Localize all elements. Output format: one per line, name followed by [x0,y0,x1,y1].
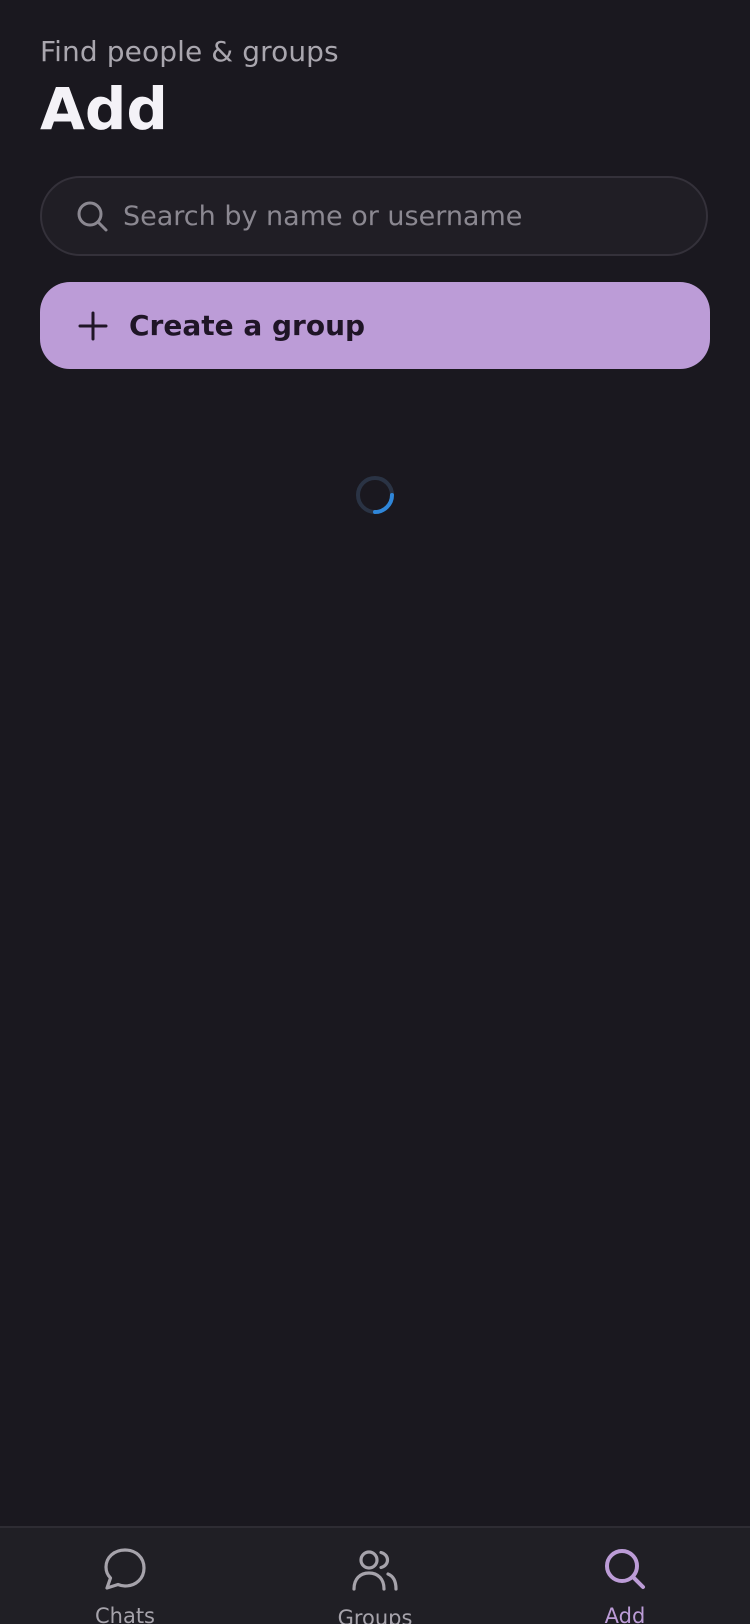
tab-chats[interactable]: Chats [50,1528,200,1624]
search-icon [75,199,109,233]
bottom-tab-bar: Chats Groups Add [0,1526,750,1624]
tab-groups-label: Groups [337,1606,413,1624]
tab-groups[interactable]: Groups [300,1528,450,1624]
loading-spinner [355,475,395,515]
users-icon [350,1545,400,1595]
add-screen: Find people & groups Add Create a group [0,0,750,1624]
create-group-label: Create a group [129,309,366,342]
page-subtitle: Find people & groups [40,35,339,68]
tab-add[interactable]: Add [550,1528,700,1624]
search-field[interactable] [40,176,708,256]
search-input[interactable] [123,186,706,246]
chat-bubble-icon [100,1545,150,1593]
search-icon [600,1545,650,1593]
page-header: Find people & groups Add [40,34,339,144]
tab-chats-label: Chats [94,1604,156,1624]
tab-add-label: Add [604,1604,646,1624]
create-group-button[interactable]: Create a group [40,282,710,369]
page-title: Add [40,75,168,143]
plus-icon [76,309,110,343]
